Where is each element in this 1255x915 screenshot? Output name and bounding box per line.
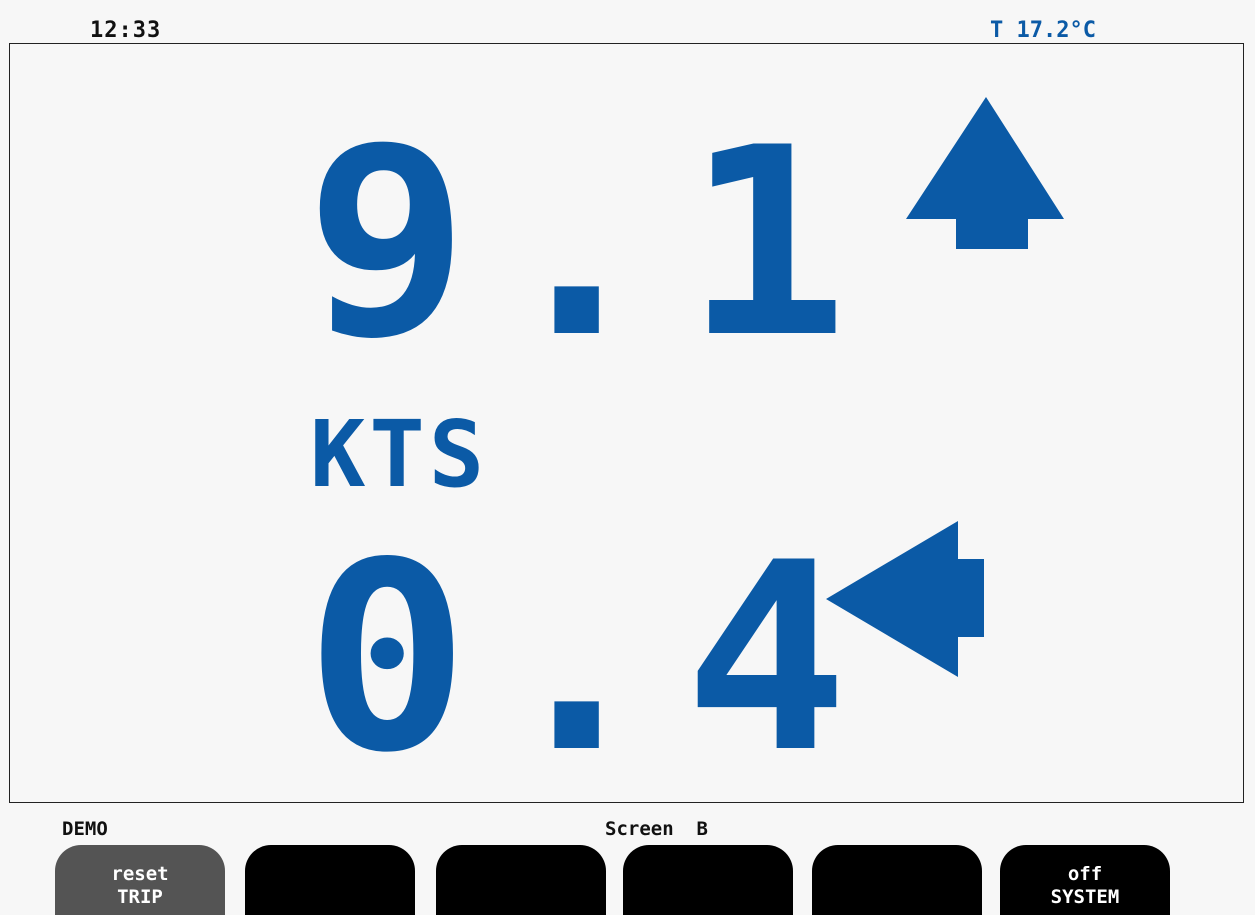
reset-trip-button[interactable]: reset TRIP xyxy=(55,845,225,915)
screen-label: Screen B xyxy=(605,818,708,840)
speed-value: 9.1 xyxy=(305,93,874,395)
speed-unit-label: KTS xyxy=(310,401,489,508)
clock-time: 12:33 xyxy=(90,18,162,43)
softkey-label-bottom: TRIP xyxy=(117,886,163,908)
main-display-panel: 9.1 KTS 0.4 xyxy=(9,43,1244,803)
softkey-5-button[interactable] xyxy=(812,845,982,915)
temperature-readout: T 17.2°C xyxy=(990,18,1096,43)
softkey-2-button[interactable] xyxy=(245,845,415,915)
softkey-3-button[interactable] xyxy=(436,845,606,915)
arrow-left-icon xyxy=(826,521,984,677)
system-off-button[interactable]: off SYSTEM xyxy=(1000,845,1170,915)
softkey-4-button[interactable] xyxy=(623,845,793,915)
drift-value: 0.4 xyxy=(305,508,874,810)
softkey-label-top: reset xyxy=(111,863,169,885)
arrow-up-icon xyxy=(906,97,1064,249)
mode-label: DEMO xyxy=(62,818,108,840)
softkey-label-bottom: SYSTEM xyxy=(1050,886,1120,908)
softkey-label-top: off xyxy=(1067,863,1103,885)
